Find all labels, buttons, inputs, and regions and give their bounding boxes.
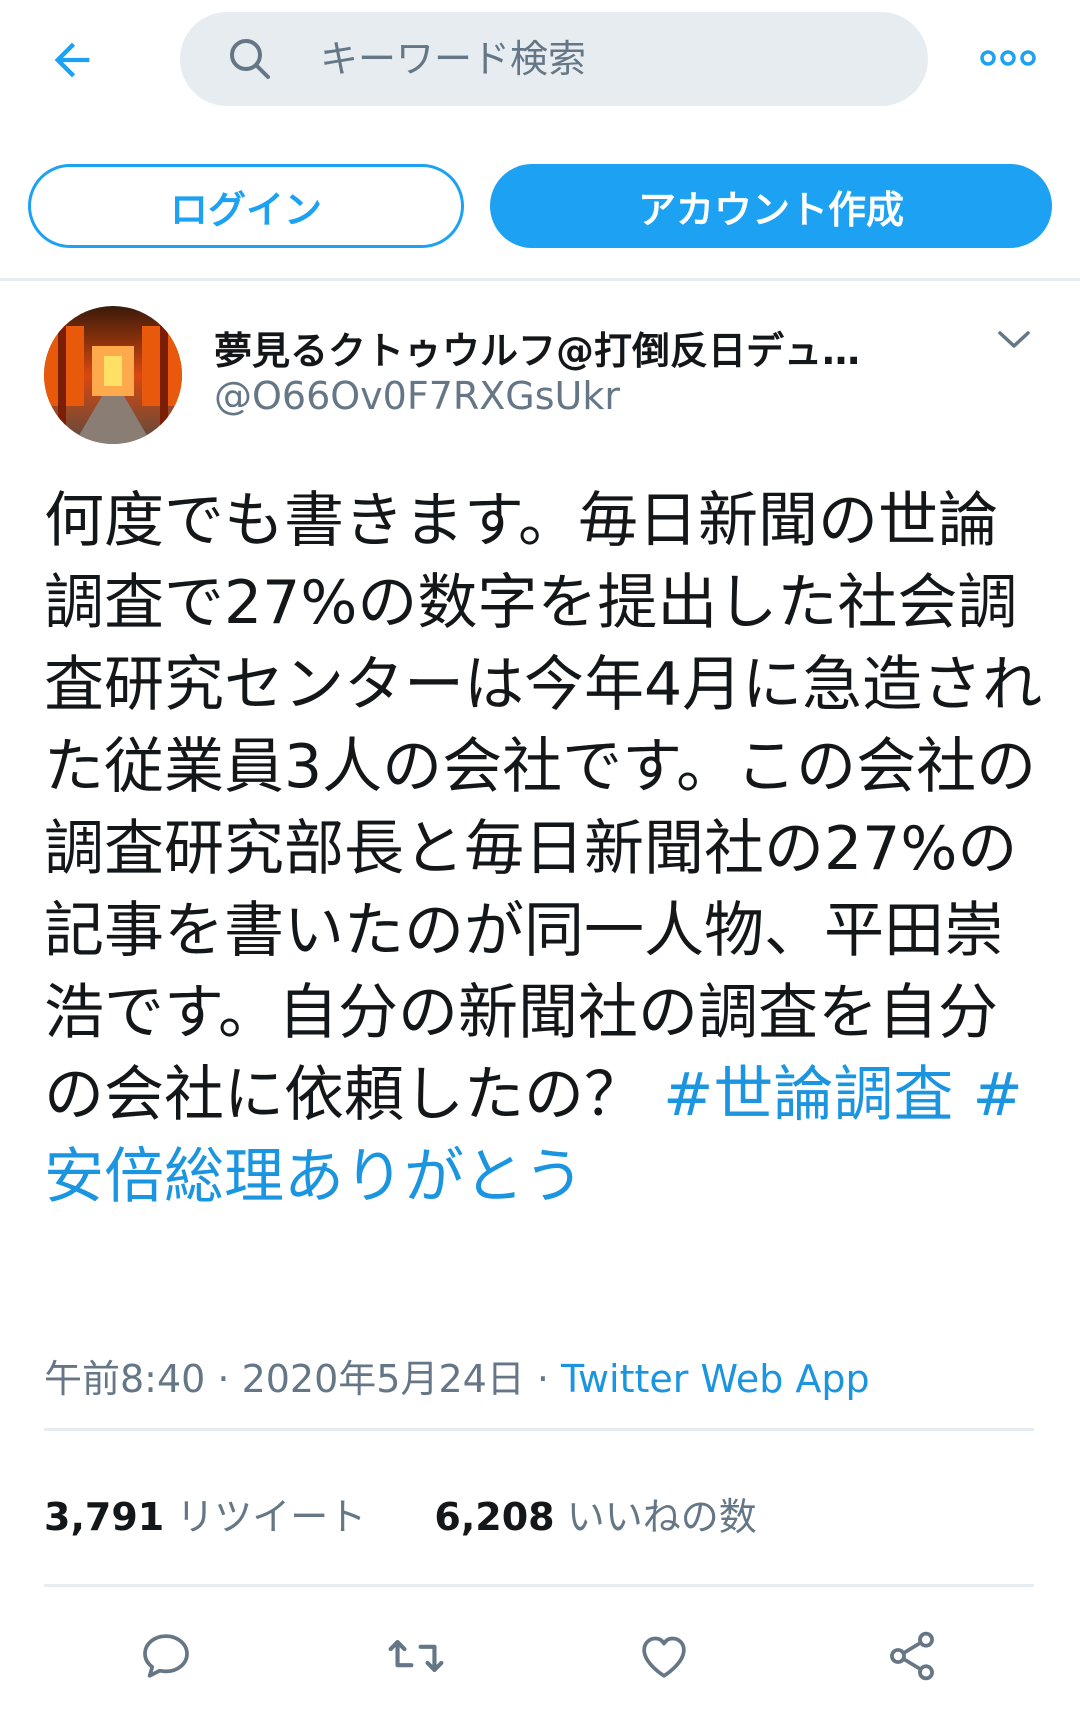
like-count: 6,208	[434, 1495, 555, 1539]
search-input[interactable]	[320, 12, 900, 106]
top-bar	[0, 0, 1080, 118]
tweet-menu-button[interactable]	[990, 322, 1038, 358]
tweet-actions	[0, 1620, 1080, 1700]
divider	[44, 1428, 1034, 1431]
tweet-meta: 午前8:40 · 2020年5月24日 · Twitter Web App	[44, 1348, 870, 1403]
auth-buttons: ログイン アカウント作成	[0, 164, 1080, 248]
user-handle[interactable]: @O66Ov0F7RXGsUkr	[214, 374, 620, 418]
divider	[44, 1584, 1034, 1587]
back-button[interactable]	[40, 28, 104, 92]
tweet-body: 何度でも書きます。毎日新聞の世論調査で27%の数字を提出した社会調査研究センター…	[44, 486, 1043, 1130]
retweet-button[interactable]	[380, 1620, 452, 1692]
tweet-text: 何度でも書きます。毎日新聞の世論調査で27%の数字を提出した社会調査研究センター…	[44, 480, 1044, 1218]
avatar[interactable]	[44, 306, 182, 444]
retweet-label: リツイート	[176, 1495, 367, 1539]
avatar-image	[44, 306, 182, 444]
display-name[interactable]: 夢見るクトゥウルフ@打倒反日デュ…	[214, 320, 914, 375]
hashtag-link[interactable]: #世論調査	[663, 1060, 953, 1130]
reply-icon	[143, 1634, 189, 1678]
retweet-stat[interactable]: 3,791 リツイート	[44, 1486, 366, 1541]
reply-button[interactable]	[130, 1620, 202, 1692]
tweet-timestamp[interactable]: 午前8:40 · 2020年5月24日 ·	[44, 1357, 561, 1401]
more-button[interactable]	[976, 32, 1040, 84]
retweet-count: 3,791	[44, 1495, 165, 1539]
more-dots-icon	[980, 50, 1036, 66]
arrow-left-icon	[54, 42, 90, 78]
tweet-stats: 3,791 リツイート 6,208 いいねの数	[44, 1486, 813, 1541]
chevron-down-icon	[998, 331, 1030, 348]
like-button[interactable]	[628, 1620, 700, 1692]
share-icon	[890, 1631, 934, 1681]
share-button[interactable]	[876, 1620, 948, 1692]
like-label: いいねの数	[566, 1495, 757, 1539]
signup-button[interactable]: アカウント作成	[490, 164, 1052, 248]
search-bar[interactable]	[180, 12, 928, 106]
tweet-source[interactable]: Twitter Web App	[561, 1357, 870, 1401]
like-stat[interactable]: 6,208 いいねの数	[434, 1486, 756, 1541]
divider	[0, 278, 1080, 281]
retweet-icon	[388, 1640, 444, 1672]
login-button[interactable]: ログイン	[28, 164, 464, 248]
search-icon	[230, 39, 270, 79]
heart-icon	[642, 1636, 686, 1678]
